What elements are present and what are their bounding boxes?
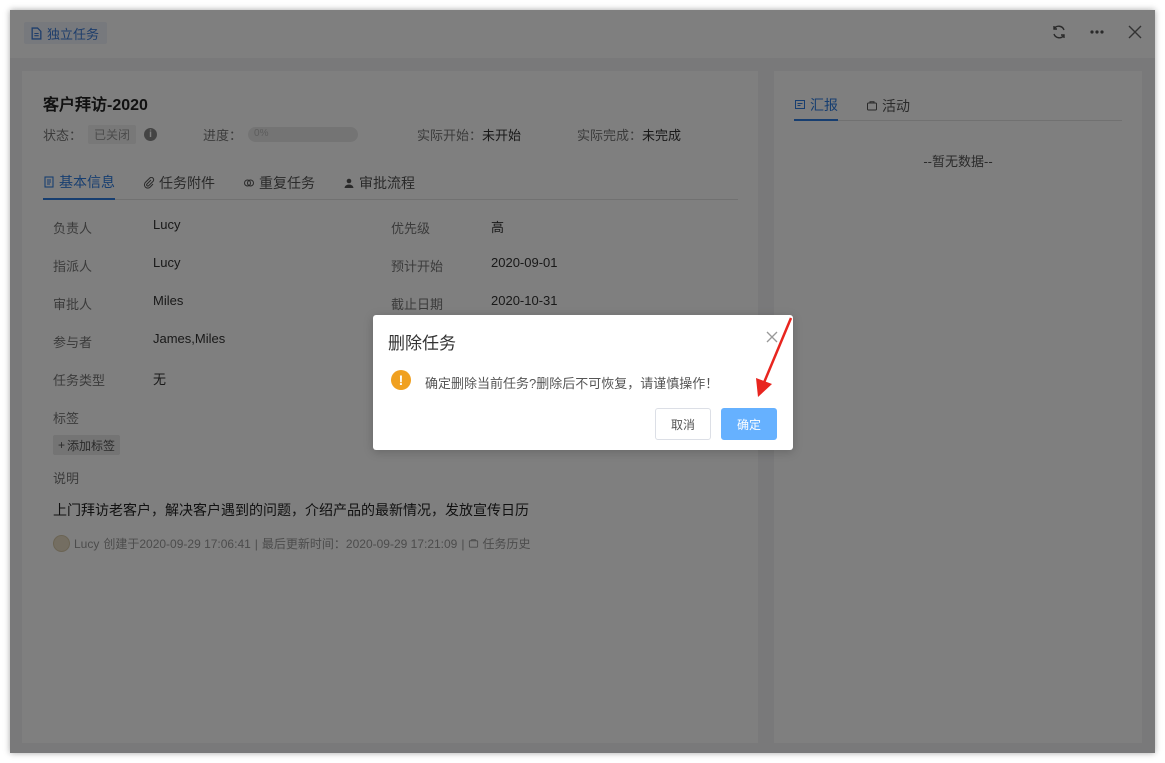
dialog-message: 确定删除当前任务?删除后不可恢复，请谨慎操作！ — [425, 376, 719, 391]
close-icon[interactable] — [765, 330, 779, 344]
cancel-button[interactable]: 取消 — [655, 408, 711, 440]
task-window: 独立任务 客户拜访-2020 状态： 已关闭 i 进度： 0% — [10, 10, 1155, 753]
delete-task-dialog: 删除任务 ! 确定删除当前任务?删除后不可恢复，请谨慎操作！ 取消 确定 — [373, 315, 793, 450]
dialog-title: 删除任务 — [388, 334, 456, 353]
confirm-button[interactable]: 确定 — [721, 408, 777, 440]
warning-icon: ! — [391, 370, 411, 390]
